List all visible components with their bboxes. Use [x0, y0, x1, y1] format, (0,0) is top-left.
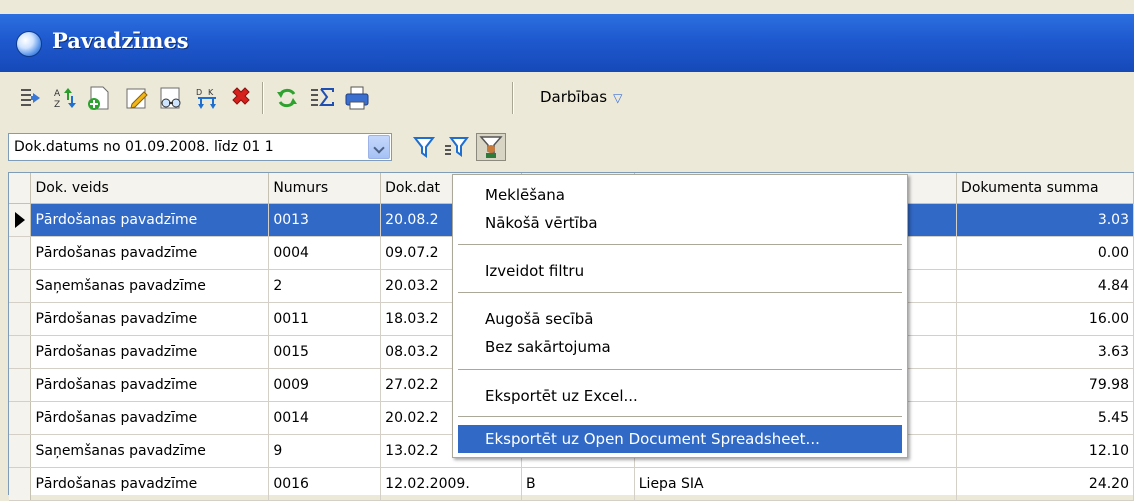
menu-item-nakosa-vertiba[interactable]: Nākošā vērtība — [458, 209, 902, 237]
svg-text:Z: Z — [54, 100, 60, 110]
row-indicator — [9, 368, 32, 402]
sum-icon[interactable] — [308, 83, 338, 113]
menu-separator — [458, 244, 902, 245]
cell-numurs[interactable]: 0011 — [268, 302, 382, 336]
context-menu: Meklēšana Nākošā vērtība Izveidot filtru… — [452, 174, 908, 458]
filter-bar: Dok.datums no 01.09.2008. līdz 01 1 — [0, 124, 1134, 168]
cell-col4[interactable]: B — [521, 467, 635, 501]
application-window: Pavadzīmes A Z D K Darbības ▽ Dok.datums… — [0, 0, 1134, 501]
svg-text:A: A — [54, 89, 61, 99]
dropdown-arrow-icon[interactable] — [368, 135, 390, 159]
glasses-view-icon[interactable] — [156, 83, 186, 113]
menu-item-izveidot-filtru[interactable]: Izveidot filtru — [458, 257, 902, 285]
cell-dok-veids[interactable]: Pārdošanas pavadzīme — [30, 368, 270, 402]
chevron-down-icon: ▽ — [613, 91, 623, 105]
cell-numurs[interactable]: 0014 — [268, 401, 382, 435]
row-indicator — [9, 467, 32, 501]
row-indicator — [9, 401, 32, 435]
cell-dokumenta-summa[interactable]: 4.84 — [956, 269, 1134, 303]
cell-dok-veids[interactable]: Pārdošanas pavadzīme — [30, 203, 270, 237]
cell-dokumenta-summa[interactable]: 12.10 — [956, 434, 1134, 468]
refresh-icon[interactable] — [272, 83, 302, 113]
cell-numurs[interactable]: 0009 — [268, 368, 382, 402]
cell-dokumenta-summa[interactable]: 3.03 — [956, 203, 1134, 237]
svg-text:D: D — [196, 88, 202, 97]
filter-funnel-icon[interactable] — [410, 133, 440, 161]
menu-item-bez-sakartojuma[interactable]: Bez sakārtojuma — [458, 333, 902, 361]
delete-x-icon[interactable] — [226, 83, 256, 113]
cell-dok-datums[interactable]: 12.02.2009. — [380, 467, 523, 501]
cell-dok-veids[interactable]: Pārdošanas pavadzīme — [30, 467, 270, 501]
table-row[interactable]: Pārdošanas pavadzīme 0016 12.02.2009. B … — [9, 467, 1134, 501]
menu-separator — [458, 292, 902, 293]
cell-dokumenta-summa[interactable]: 16.00 — [956, 302, 1134, 336]
cell-dok-veids[interactable]: Saņemšanas pavadzīme — [30, 434, 270, 468]
cell-dokumenta-summa[interactable]: 79.98 — [956, 368, 1134, 402]
dk-transfer-icon[interactable]: D K — [192, 83, 222, 113]
menu-item-export-excel[interactable]: Eksportēt uz Excel... — [458, 382, 902, 410]
current-row-pointer-icon — [15, 211, 25, 228]
actions-menu-label: Darbības — [540, 88, 608, 106]
svg-text:K: K — [208, 88, 214, 97]
print-icon[interactable] — [342, 83, 372, 113]
row-indicator — [9, 302, 32, 336]
cell-dok-veids[interactable]: Saņemšanas pavadzīme — [30, 269, 270, 303]
cell-dok-veids[interactable]: Pārdošanas pavadzīme — [30, 401, 270, 435]
date-filter-value: Dok.datums no 01.09.2008. līdz 01 1 — [14, 139, 274, 155]
cell-numurs[interactable]: 0015 — [268, 335, 382, 369]
column-header-dokumenta-summa[interactable]: Dokumenta summa — [956, 173, 1134, 204]
cell-dokumenta-summa[interactable]: 0.00 — [956, 236, 1134, 270]
cell-numurs[interactable]: 9 — [268, 434, 382, 468]
toolbar: A Z D K Darbības ▽ — [0, 72, 1134, 124]
cell-dokumenta-summa[interactable]: 24.20 — [956, 467, 1134, 501]
menu-separator — [458, 416, 902, 417]
window-title: Pavadzīmes — [52, 28, 189, 53]
column-header-numurs[interactable]: Numurs — [268, 173, 382, 204]
row-indicator — [9, 236, 32, 270]
date-filter-dropdown[interactable]: Dok.datums no 01.09.2008. līdz 01 1 — [8, 133, 392, 161]
toolbar-separator — [262, 82, 264, 114]
panel-title-bar: Pavadzīmes — [0, 14, 1134, 72]
column-header-dok-veids[interactable]: Dok. veids — [30, 173, 270, 204]
menu-separator — [458, 369, 902, 370]
edit-pencil-icon[interactable] — [122, 83, 152, 113]
cell-dok-veids[interactable]: Pārdošanas pavadzīme — [30, 335, 270, 369]
new-document-icon[interactable] — [84, 83, 114, 113]
actions-menu-button[interactable]: Darbības ▽ — [540, 88, 622, 106]
filter-user-icon[interactable] — [476, 133, 506, 161]
cell-numurs[interactable]: 0013 — [268, 203, 382, 237]
cell-dokumenta-summa[interactable]: 5.45 — [956, 401, 1134, 435]
row-indicator — [9, 203, 32, 237]
sort-az-icon[interactable]: A Z — [50, 83, 80, 113]
cell-dokumenta-summa[interactable]: 3.63 — [956, 335, 1134, 369]
cell-dok-veids[interactable]: Pārdošanas pavadzīme — [30, 302, 270, 336]
menu-item-meklesana[interactable]: Meklēšana — [458, 181, 902, 209]
menu-item-export-ods[interactable]: Eksportēt uz Open Document Spreadsheet..… — [458, 425, 902, 453]
cell-numurs[interactable]: 2 — [268, 269, 382, 303]
cell-dok-veids[interactable]: Pārdošanas pavadzīme — [30, 236, 270, 270]
toolbar-separator — [512, 82, 514, 114]
row-indicator — [9, 335, 32, 369]
row-indicator — [9, 434, 32, 468]
menu-item-augosa-seciba[interactable]: Augošā secībā — [458, 305, 902, 333]
list-arrow-icon[interactable] — [18, 83, 48, 113]
filter-list-icon[interactable] — [442, 133, 472, 161]
app-globe-icon — [16, 31, 42, 57]
cell-numurs[interactable]: 0016 — [268, 467, 382, 501]
row-indicator-header — [9, 173, 32, 204]
row-indicator — [9, 269, 32, 303]
cell-numurs[interactable]: 0004 — [268, 236, 382, 270]
cell-col5[interactable]: Liepa SIA — [634, 467, 958, 501]
